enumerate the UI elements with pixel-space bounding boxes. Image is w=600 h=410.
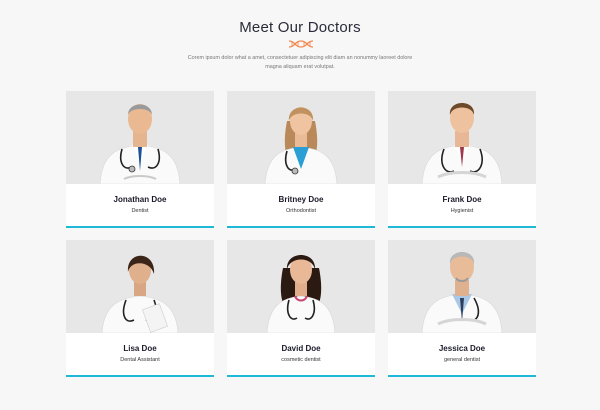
doctor-photo xyxy=(66,91,214,184)
doctor-card[interactable]: Britney Doe Orthodontist xyxy=(227,91,375,228)
doctor-female-icon xyxy=(264,107,338,184)
doctor-card[interactable]: Jessica Doe general dentist xyxy=(388,240,536,377)
doctor-male-senior-icon xyxy=(99,104,181,184)
doctor-role: Dentist xyxy=(131,208,149,214)
doctor-photo xyxy=(388,91,536,184)
doctor-photo xyxy=(227,91,375,184)
doctor-card[interactable]: Frank Doe Hygienist xyxy=(388,91,536,228)
doctor-card[interactable]: David Doe cosmetic dentist xyxy=(227,240,375,377)
doctor-photo xyxy=(388,240,536,333)
doctor-name: Britney Doe xyxy=(278,195,324,204)
doctor-photo xyxy=(66,240,214,333)
doctor-role: Dental Assistant xyxy=(120,357,160,363)
doctor-role: Orthodontist xyxy=(286,208,316,214)
section-intro: Corem ipsum dolor what a amet, consectet… xyxy=(187,55,413,70)
doctor-role: Hygienist xyxy=(450,208,474,214)
doctor-female-icon xyxy=(101,255,179,333)
meet-our-doctors-section: Meet Our Doctors Corem ipsum dolor what … xyxy=(0,0,600,410)
dna-icon xyxy=(288,40,314,48)
doctor-name: Jonathan Doe xyxy=(113,195,167,204)
section-title: Meet Our Doctors xyxy=(239,19,361,36)
doctor-name: Jessica Doe xyxy=(438,344,486,353)
doctor-name: David Doe xyxy=(281,344,321,353)
doctor-name: Frank Doe xyxy=(442,195,482,204)
doctor-male-senior-icon xyxy=(421,252,503,333)
doctor-photo xyxy=(227,240,375,333)
doctor-role: general dentist xyxy=(443,357,481,363)
doctor-female-icon xyxy=(266,255,336,333)
doctor-male-young-icon xyxy=(421,103,503,184)
doctor-card[interactable]: Jonathan Doe Dentist xyxy=(66,91,214,228)
doctor-name: Lisa Doe xyxy=(123,344,157,353)
doctor-card[interactable]: Lisa Doe Dental Assistant xyxy=(66,240,214,377)
doctor-role: cosmetic dentist xyxy=(281,357,321,363)
